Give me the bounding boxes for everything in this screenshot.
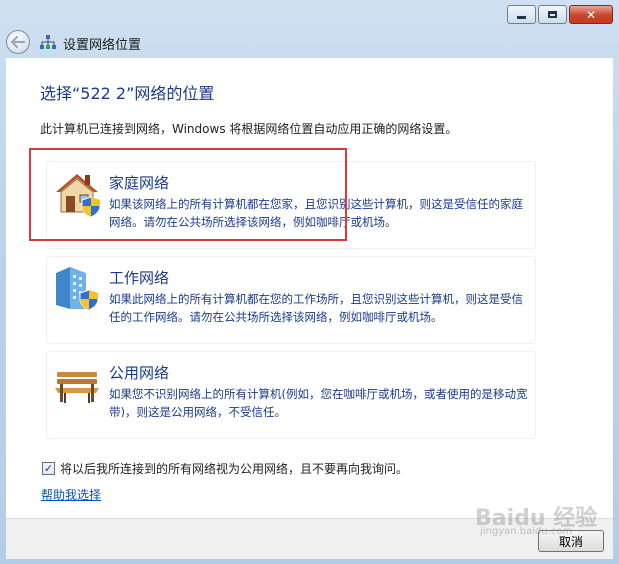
public-default-checkbox-row[interactable]: ✓ 将以后我所连接到的所有网络视为公用网络，且不要再向我询问。 [42, 460, 408, 477]
close-button[interactable]: ✕ [569, 5, 613, 24]
maximize-icon [548, 11, 557, 18]
title-bar: 设置网络位置 [0, 26, 619, 58]
office-building-shield-icon [56, 267, 99, 311]
option-work-network[interactable]: 工作网络 如果此网络上的所有计算机都在您的工作场所，且您识别这些计算机，则这是受… [46, 256, 536, 344]
option-description: 如果此网络上的所有计算机都在您的工作场所，且您识别这些计算机，则这是受信任的工作… [109, 292, 523, 324]
option-public-network[interactable]: 公用网络 如果您不识别网络上的所有计算机(例如，您在咖啡厅或机场，或者使用的是移… [46, 351, 536, 439]
network-icon [40, 35, 56, 49]
caption-buttons: ✕ [507, 5, 613, 24]
option-title: 工作网络 [109, 269, 170, 287]
checkmark-icon: ✓ [43, 462, 54, 475]
public-default-checkbox[interactable]: ✓ [42, 462, 55, 475]
option-title: 公用网络 [109, 364, 170, 382]
content-area: 选择“522 2”网络的位置 此计算机已连接到网络，Windows 将根据网络位… [6, 58, 613, 518]
page-heading: 选择“522 2”网络的位置 [40, 84, 215, 103]
maximize-button[interactable] [538, 5, 567, 24]
minimize-button[interactable] [507, 5, 536, 24]
checkbox-label: 将以后我所连接到的所有网络视为公用网络，且不要再向我询问。 [60, 462, 409, 476]
window-title: 设置网络位置 [63, 38, 142, 53]
park-bench-icon [55, 372, 99, 403]
window-frame: ✕ 设置网络位置 选择“522 2”网络的位置 此计算机已连接到网络，Windo… [0, 0, 619, 564]
help-me-choose-link[interactable]: 帮助我选择 [41, 486, 101, 503]
close-icon: ✕ [585, 7, 597, 22]
highlight-annotation [29, 148, 347, 241]
page-description: 此计算机已连接到网络，Windows 将根据网络位置自动应用正确的网络设置。 [40, 122, 458, 136]
back-arrow-icon [11, 36, 25, 48]
watermark-url: jingyan.baidu.com [480, 526, 573, 537]
minimize-icon [517, 16, 526, 19]
option-description: 如果您不识别网络上的所有计算机(例如，您在咖啡厅或机场，或者使用的是移动宽带)，… [109, 387, 528, 419]
back-button[interactable] [6, 30, 30, 54]
